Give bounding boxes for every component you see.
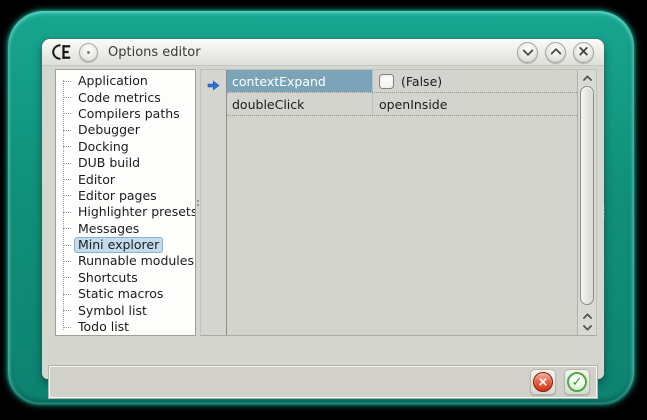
accept-button[interactable]: ✓ bbox=[564, 369, 590, 395]
sidebar-item-debugger[interactable]: Debugger bbox=[56, 122, 195, 138]
property-grid-gutter bbox=[201, 70, 227, 335]
sidebar-item-editor-pages[interactable]: Editor pages bbox=[56, 188, 195, 204]
window-menu-button[interactable] bbox=[79, 43, 98, 62]
scrollbar-up-button[interactable] bbox=[578, 72, 596, 85]
property-row-doubleclick[interactable]: doubleClick openInside bbox=[227, 93, 577, 116]
vertical-scrollbar[interactable] bbox=[577, 70, 596, 335]
category-tree[interactable]: Application Code metrics Compilers paths… bbox=[55, 69, 196, 336]
sidebar-item-editor[interactable]: Editor bbox=[56, 171, 195, 187]
property-row-contextexpand[interactable]: contextExpand (False) bbox=[227, 70, 577, 93]
maximize-button[interactable] bbox=[545, 42, 566, 63]
property-value-text: openInside bbox=[379, 97, 447, 112]
property-name[interactable]: contextExpand bbox=[227, 70, 373, 92]
sidebar-item-messages[interactable]: Messages bbox=[56, 221, 195, 237]
cancel-cross-icon: × bbox=[533, 372, 553, 392]
sidebar-item-dub-build[interactable]: DUB build bbox=[56, 155, 195, 171]
window-title: Options editor bbox=[108, 45, 201, 60]
coedit-app-icon bbox=[52, 44, 72, 60]
close-icon: × bbox=[577, 44, 590, 59]
checkbox-state-label: (False) bbox=[401, 74, 442, 89]
sidebar-item-mini-explorer[interactable]: Mini explorer bbox=[56, 237, 195, 253]
sidebar-item-todo-list[interactable]: Todo list bbox=[56, 319, 195, 335]
titlebar[interactable]: Options editor × bbox=[42, 39, 604, 66]
footer-bar: × ✓ bbox=[49, 366, 597, 398]
sidebar-item-highlighter-presets[interactable]: Highlighter presets bbox=[56, 204, 195, 220]
sidebar-item-compilers-paths[interactable]: Compilers paths bbox=[56, 106, 195, 122]
accept-check-icon: ✓ bbox=[567, 372, 587, 392]
sidebar-item-static-macros[interactable]: Static macros bbox=[56, 286, 195, 302]
scrollbar-down-button[interactable] bbox=[578, 321, 596, 334]
sidebar-item-symbol-list[interactable]: Symbol list bbox=[56, 302, 195, 318]
chevron-up-icon bbox=[550, 48, 561, 59]
options-editor-dialog: Options editor × Application Code bbox=[42, 39, 604, 379]
close-button[interactable]: × bbox=[573, 42, 594, 63]
property-name[interactable]: doubleClick bbox=[227, 93, 373, 115]
contextexpand-checkbox[interactable] bbox=[379, 74, 394, 89]
chevron-up-icon bbox=[582, 75, 592, 85]
main-area: Application Code metrics Compilers paths… bbox=[42, 67, 604, 379]
property-grid[interactable]: contextExpand (False) doubleClick openIn… bbox=[200, 69, 597, 336]
sidebar-item-application[interactable]: Application bbox=[56, 73, 195, 89]
scrollbar-thumb[interactable] bbox=[580, 86, 594, 305]
sidebar-item-code-metrics[interactable]: Code metrics bbox=[56, 89, 195, 105]
screenshot-stage: Options editor × Application Code bbox=[0, 0, 647, 420]
cancel-button[interactable]: × bbox=[530, 369, 556, 395]
property-value[interactable]: openInside bbox=[373, 93, 577, 115]
selected-row-arrow-icon bbox=[207, 76, 220, 95]
window-frame: Options editor × Application Code bbox=[8, 11, 634, 404]
menu-dot-icon bbox=[87, 51, 90, 54]
sidebar-item-runnable-modules[interactable]: Runnable modules bbox=[56, 253, 195, 269]
chevron-down-icon bbox=[582, 321, 592, 331]
minimize-button[interactable] bbox=[517, 42, 538, 63]
property-value[interactable]: (False) bbox=[373, 70, 577, 92]
sidebar-item-docking[interactable]: Docking bbox=[56, 139, 195, 155]
chevron-down-icon bbox=[522, 45, 533, 56]
sidebar-item-shortcuts[interactable]: Shortcuts bbox=[56, 270, 195, 286]
property-rows: contextExpand (False) doubleClick openIn… bbox=[227, 70, 577, 116]
